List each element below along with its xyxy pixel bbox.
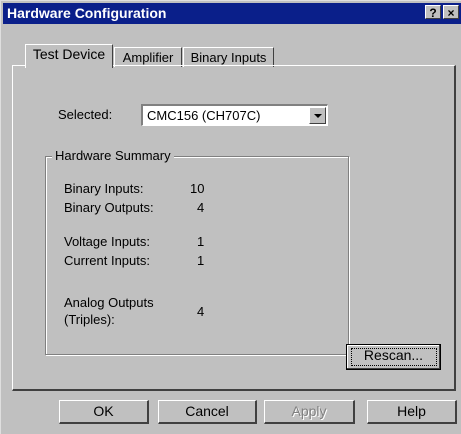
tab-panel: [12, 65, 456, 391]
help-title-button[interactable]: ?: [425, 5, 441, 20]
tab-label: Binary Inputs: [190, 50, 267, 65]
tab-test-device[interactable]: Test Device: [25, 44, 113, 68]
apply-label: Apply: [291, 403, 327, 419]
title-bar: Hardware Configuration: [3, 3, 461, 24]
question-icon: ?: [429, 6, 437, 20]
ok-label: OK: [93, 403, 114, 419]
close-icon: ×: [447, 6, 455, 20]
dialog-window: Hardware Configuration ? × Test Device A…: [0, 0, 461, 434]
window-title: Hardware Configuration: [7, 5, 167, 21]
tab-amplifier[interactable]: Amplifier: [114, 47, 182, 67]
help-label: Help: [397, 403, 426, 419]
tab-label: Amplifier: [122, 50, 174, 65]
cancel-label: Cancel: [185, 403, 229, 419]
ok-button[interactable]: OK: [59, 400, 149, 424]
help-button[interactable]: Help: [367, 400, 457, 424]
tab-label: Test Device: [32, 46, 106, 62]
close-title-button[interactable]: ×: [443, 5, 459, 20]
tab-binary-inputs[interactable]: Binary Inputs: [183, 47, 274, 67]
cancel-button[interactable]: Cancel: [158, 400, 257, 424]
apply-button[interactable]: Apply: [264, 400, 355, 424]
hardware-summary-title: Hardware Summary: [52, 148, 174, 163]
